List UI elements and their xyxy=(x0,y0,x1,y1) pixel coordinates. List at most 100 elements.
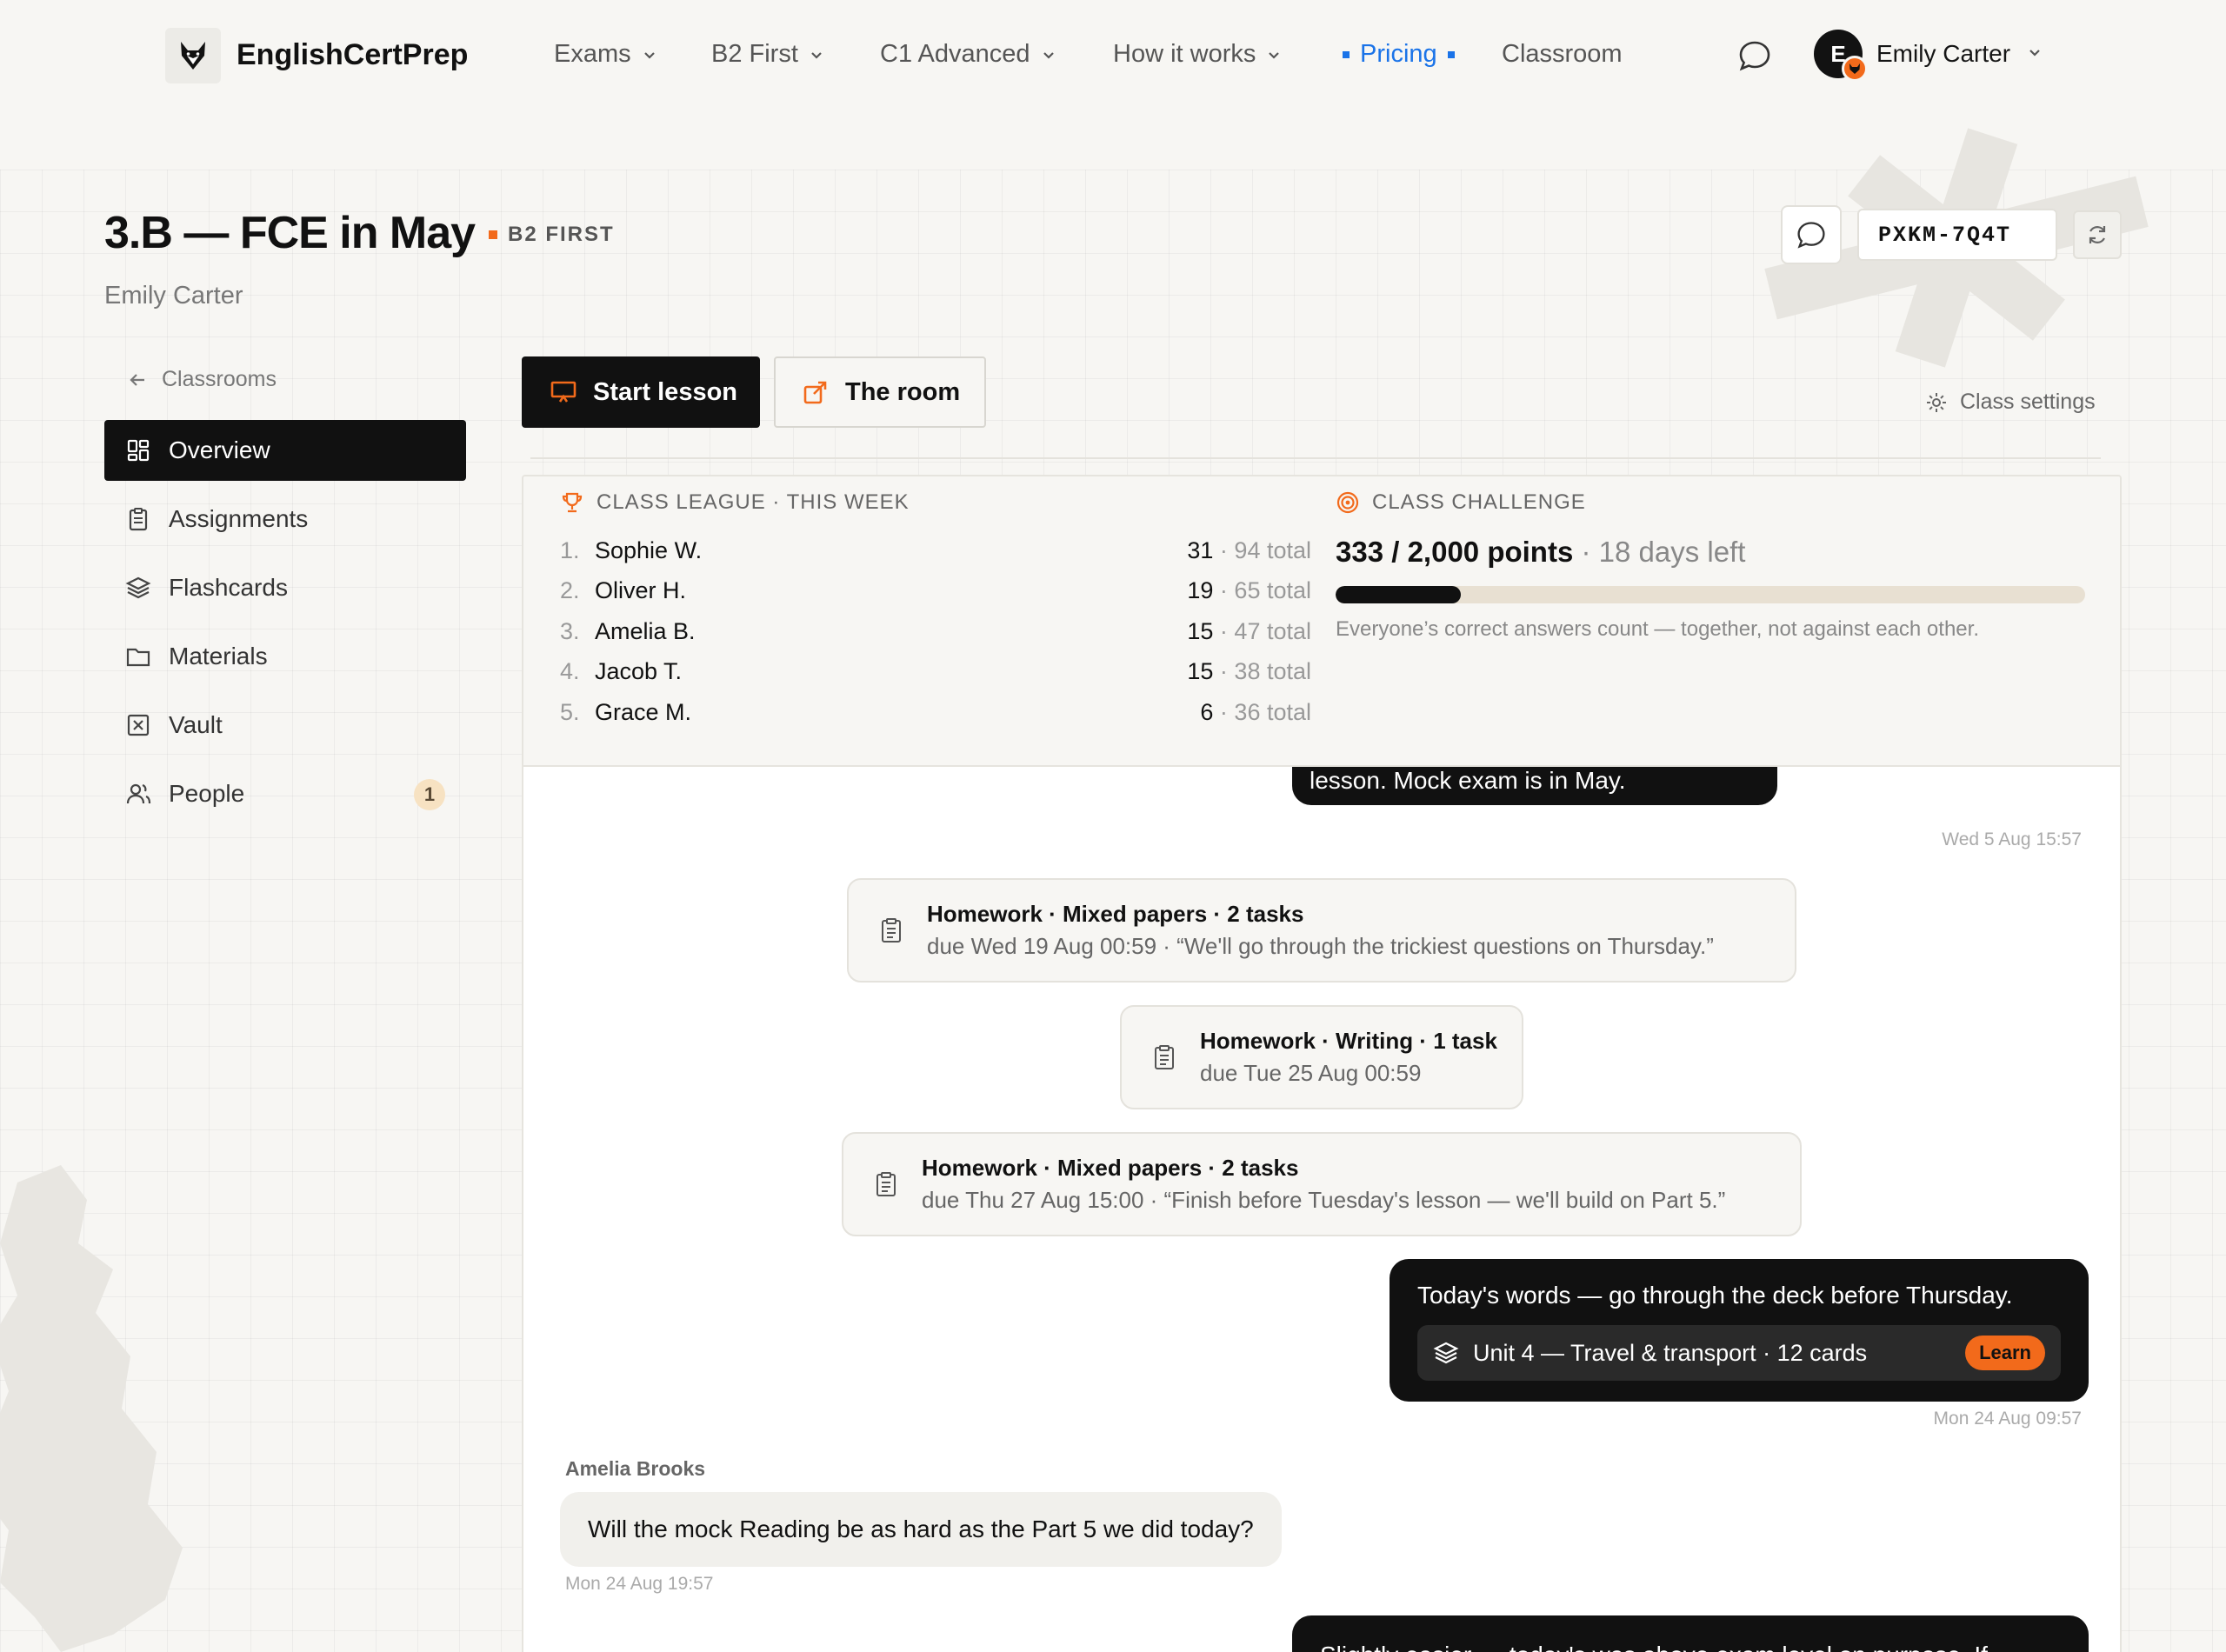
chevron-down-icon[interactable] xyxy=(2026,43,2043,65)
sidebar-item-assignments[interactable]: Assignments xyxy=(104,489,466,550)
fox-icon xyxy=(181,42,205,70)
homework-card[interactable]: Homework · Mixed papers · 2 tasks due Th… xyxy=(842,1132,1802,1236)
nav-label: B2 First xyxy=(711,40,798,68)
nav-how-it-works[interactable]: How it works xyxy=(1113,40,1282,69)
league-row: 2. Oliver H. 19 · 65 total xyxy=(560,577,1311,617)
start-lesson-label: Start lesson xyxy=(593,377,737,406)
nav-c1-advanced[interactable]: C1 Advanced xyxy=(880,40,1056,69)
vault-icon xyxy=(127,714,150,736)
join-code[interactable]: PXKM-7Q4T xyxy=(1857,209,2057,261)
nav-label: C1 Advanced xyxy=(880,40,1030,68)
clipboard-icon xyxy=(129,508,148,531)
league-score: 19 · 65 total xyxy=(1187,577,1311,603)
message-timestamp: Mon 24 Aug 09:57 xyxy=(1933,1409,2082,1429)
page-title: 3.B — FCE in May xyxy=(104,208,476,258)
top-navigation: EnglishCertPrep Exams B2 First C1 Advanc… xyxy=(0,0,2226,113)
fox-badge-icon xyxy=(1849,63,1860,74)
brand-name[interactable]: EnglishCertPrep xyxy=(237,38,468,72)
the-room-label: The room xyxy=(845,377,961,406)
challenge-progress-fill xyxy=(1336,586,1461,603)
nav-b2-first[interactable]: B2 First xyxy=(711,40,824,69)
week-points: 31 xyxy=(1187,537,1214,563)
challenge-days-left: 18 days left xyxy=(1598,536,1746,568)
week-points: 15 xyxy=(1187,618,1214,644)
nav-pricing[interactable]: Pricing xyxy=(1343,40,1455,69)
stats-panel: CLASS LEAGUE · THIS WEEK 1. Sophie W. 31… xyxy=(523,476,2120,767)
homework-due: due Tue 25 Aug 00:59 xyxy=(1200,1060,1422,1086)
level-badge: B2 FIRST xyxy=(489,223,615,247)
message-text: Today's words — go through the deck befo… xyxy=(1417,1282,2013,1309)
overview-card: CLASS LEAGUE · THIS WEEK 1. Sophie W. 31… xyxy=(522,475,2122,1652)
sidebar-item-label: Overview xyxy=(169,436,270,463)
challenge-heading: CLASS CHALLENGE xyxy=(1336,490,1586,515)
homework-due: due Thu 27 Aug 15:00 · “Finish before Tu… xyxy=(922,1187,1726,1213)
league-student: Grace M. xyxy=(595,699,692,725)
message-text: Slightly easier — today's was above exam… xyxy=(1320,1642,1988,1652)
challenge-note: Everyone’s correct answers count — toget… xyxy=(1336,617,1979,641)
nav-classroom[interactable]: Classroom xyxy=(1502,40,1623,69)
nav-label: Classroom xyxy=(1502,40,1623,68)
league-score: 15 · 47 total xyxy=(1187,618,1311,644)
week-points: 6 xyxy=(1200,699,1214,725)
sidebar-item-people[interactable]: People 1 xyxy=(104,763,466,824)
start-lesson-button[interactable]: Start lesson xyxy=(522,356,760,428)
homework-card[interactable]: Homework · Writing · 1 task due Tue 25 A… xyxy=(1120,1005,1523,1109)
sidebar-item-label: Materials xyxy=(169,643,268,669)
messages-button[interactable] xyxy=(1737,38,1772,73)
clipboard-icon xyxy=(1150,1043,1179,1071)
sidebar-item-label: Assignments xyxy=(169,505,309,532)
league-score: 15 · 38 total xyxy=(1187,658,1311,684)
sidebar-item-materials[interactable]: Materials xyxy=(104,626,466,687)
grid-icon xyxy=(127,439,150,462)
league-row: 5. Grace M. 6 · 36 total xyxy=(560,699,1311,739)
class-chat-button[interactable] xyxy=(1781,205,1842,264)
sidebar-item-overview[interactable]: Overview xyxy=(104,420,466,481)
chevron-down-icon xyxy=(642,47,657,63)
regenerate-code-button[interactable] xyxy=(2073,210,2122,259)
league-rank: 2. xyxy=(560,577,580,603)
week-points: 15 xyxy=(1187,658,1214,684)
league-score: 6 · 36 total xyxy=(1200,699,1311,725)
homework-title: Homework · Mixed papers · 2 tasks xyxy=(927,901,1304,927)
trophy-icon xyxy=(562,492,583,513)
divider xyxy=(530,457,2101,459)
sidebar-item-flashcards[interactable]: Flashcards xyxy=(104,557,466,618)
level-marker xyxy=(489,230,497,239)
refresh-icon xyxy=(2089,226,2106,243)
message-text: lesson. Mock exam is in May. xyxy=(1310,767,1626,794)
nav-label: How it works xyxy=(1113,40,1256,68)
class-settings-link[interactable]: Class settings xyxy=(1925,390,2096,415)
league-heading-text: CLASS LEAGUE · THIS WEEK xyxy=(596,490,910,514)
gear-icon xyxy=(1927,392,1946,412)
clipboard-icon xyxy=(871,1170,901,1198)
back-label: Classrooms xyxy=(162,367,277,391)
league-row: 4. Jacob T. 15 · 38 total xyxy=(560,658,1311,698)
league-score: 31 · 94 total xyxy=(1187,537,1311,563)
chevron-down-icon xyxy=(1041,47,1056,63)
deck-title: Unit 4 — Travel & transport · 12 cards xyxy=(1473,1340,1868,1366)
teacher-message: Slightly easier — today's was above exam… xyxy=(1292,1615,2089,1652)
flashcard-deck-attachment[interactable]: Unit 4 — Travel & transport · 12 cards L… xyxy=(1417,1325,2061,1381)
teacher-message-with-deck: Today's words — go through the deck befo… xyxy=(1390,1259,2089,1402)
sidebar-item-vault[interactable]: Vault xyxy=(104,695,466,756)
league-heading: CLASS LEAGUE · THIS WEEK xyxy=(560,490,910,515)
league-student: Sophie W. xyxy=(595,537,703,563)
presentation-icon xyxy=(550,381,576,403)
target-icon xyxy=(1336,491,1359,514)
sidebar-item-label: Flashcards xyxy=(169,574,288,601)
message-timestamp: Wed 5 Aug 15:57 xyxy=(1942,829,2082,849)
total-points: 38 total xyxy=(1234,658,1311,684)
homework-card[interactable]: Homework · Mixed papers · 2 tasks due We… xyxy=(847,878,1796,983)
learn-button[interactable]: Learn xyxy=(1965,1336,2045,1370)
chat-bubble-icon xyxy=(1797,222,1825,249)
total-points: 94 total xyxy=(1234,537,1311,563)
student-message: Will the mock Reading be as hard as the … xyxy=(560,1492,1282,1567)
brand-logo[interactable] xyxy=(165,28,221,83)
back-to-classrooms-link[interactable]: Classrooms xyxy=(127,367,277,392)
the-room-button[interactable]: The room xyxy=(774,356,986,428)
user-name[interactable]: Emily Carter xyxy=(1876,40,2010,68)
total-points: 47 total xyxy=(1234,618,1311,644)
avatar-status-badge xyxy=(1842,56,1868,82)
challenge-heading-text: CLASS CHALLENGE xyxy=(1372,490,1586,514)
nav-exams[interactable]: Exams xyxy=(554,40,657,69)
